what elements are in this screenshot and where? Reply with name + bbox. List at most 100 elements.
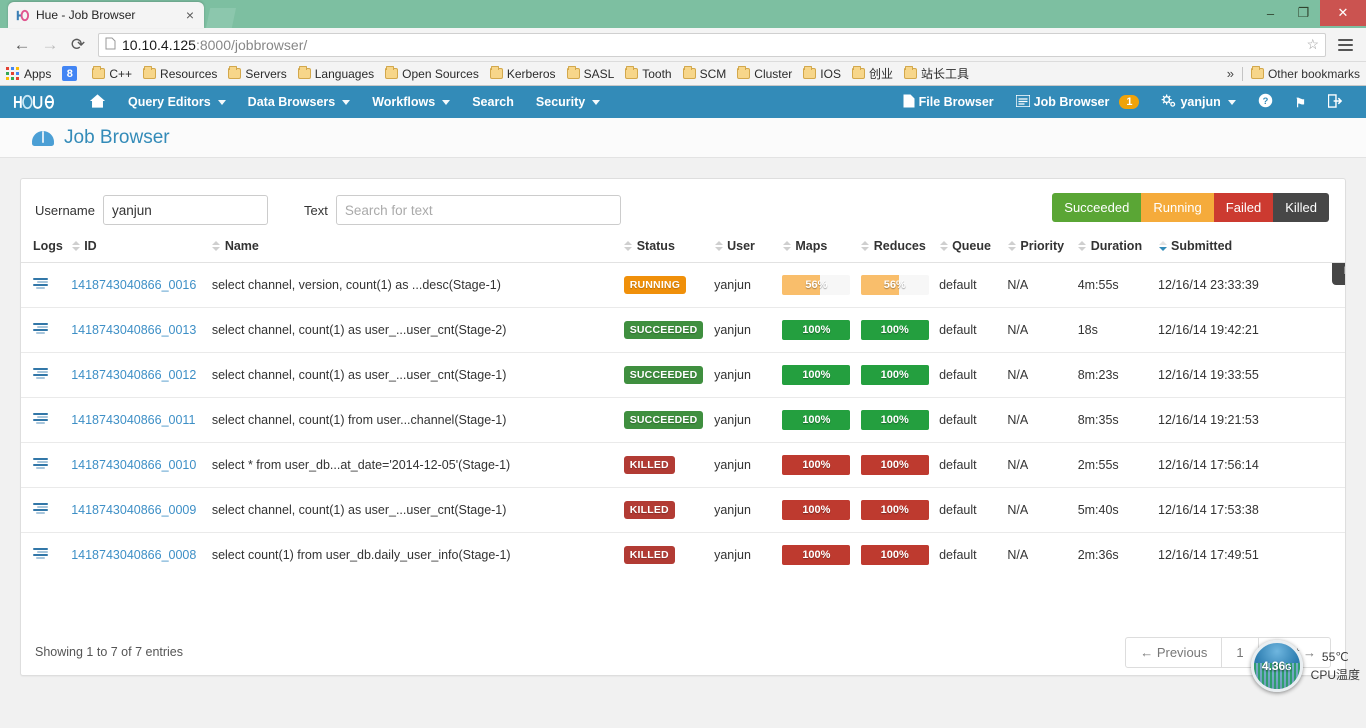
logs-icon[interactable]	[33, 457, 48, 470]
bookmark-chuangye[interactable]: 创业	[851, 65, 893, 82]
col-name[interactable]: Name	[207, 231, 620, 263]
col-duration[interactable]: Duration	[1073, 231, 1155, 263]
bookmark-servers[interactable]: Servers	[228, 66, 287, 81]
logs-icon[interactable]	[33, 277, 48, 290]
bookmark-kerberos[interactable]: Kerberos	[489, 66, 556, 81]
job-id-link[interactable]: 1418743040866_0011	[71, 413, 195, 427]
cell-id[interactable]: 1418743040866_0011	[67, 397, 208, 443]
bookmark-apps[interactable]: Apps	[6, 67, 51, 81]
bookmark-google[interactable]: 8	[62, 66, 81, 81]
table-row[interactable]: 1418743040866_0013 select channel, count(…	[21, 307, 1345, 353]
cell-logs[interactable]	[21, 442, 68, 488]
table-row[interactable]: 1418743040866_0010 select * from user_db.…	[21, 442, 1345, 488]
cell-id[interactable]: 1418743040866_0010	[67, 442, 208, 488]
nav-logout[interactable]	[1317, 86, 1354, 118]
minimize-icon[interactable]: –	[1254, 0, 1287, 26]
bookmark-star-icon[interactable]: ☆	[1306, 36, 1319, 53]
nav-workflows[interactable]: Workflows	[361, 86, 461, 118]
job-id-link[interactable]: 1418743040866_0010	[71, 458, 196, 472]
cell-id[interactable]: 1418743040866_0012	[67, 352, 208, 398]
cell-id[interactable]: 1418743040866_0009	[67, 487, 208, 533]
filter-failed-button[interactable]: Failed	[1213, 193, 1274, 222]
job-id-link[interactable]: 1418743040866_0013	[71, 323, 196, 337]
sort-icon[interactable]	[71, 240, 80, 251]
sort-icon[interactable]	[714, 240, 723, 251]
table-row[interactable]: 1418743040866_0009 select channel, count(…	[21, 487, 1345, 533]
bookmark-scm[interactable]: SCM	[682, 66, 726, 81]
logs-icon[interactable]	[33, 502, 48, 515]
forward-icon[interactable]: →	[36, 31, 64, 59]
nav-query-editors[interactable]: Query Editors	[117, 86, 237, 118]
col-user[interactable]: User	[710, 231, 779, 263]
bookmark-ios[interactable]: IOS	[803, 66, 841, 81]
job-id-link[interactable]: 1418743040866_0012	[71, 368, 196, 382]
filter-killed-button[interactable]: Killed	[1273, 193, 1329, 222]
nav-data-browsers[interactable]: Data Browsers	[237, 86, 362, 118]
cell-logs[interactable]	[21, 487, 68, 533]
browser-menu-button[interactable]	[1332, 36, 1358, 54]
kill-button[interactable]: Kill	[1331, 262, 1345, 285]
col-id[interactable]: ID	[67, 231, 208, 263]
nav-job-browser[interactable]: Job Browser 1	[1005, 86, 1151, 118]
sort-icon[interactable]	[1007, 240, 1016, 251]
nav-security[interactable]: Security	[525, 86, 611, 118]
cell-logs[interactable]	[21, 307, 68, 353]
nav-help[interactable]: ?	[1247, 86, 1284, 118]
bookmark-cluster[interactable]: Cluster	[737, 66, 792, 81]
job-id-link[interactable]: 1418743040866_0008	[71, 548, 196, 562]
sort-icon[interactable]	[212, 240, 221, 251]
reload-icon[interactable]: ⟳	[64, 31, 92, 59]
browser-tab[interactable]: Hue - Job Browser ×	[8, 2, 204, 28]
overflow-chevron-icon[interactable]: »	[1219, 66, 1242, 81]
cell-logs[interactable]	[21, 352, 68, 398]
sort-icon[interactable]	[861, 240, 870, 251]
bookmark-resources[interactable]: Resources	[143, 66, 217, 81]
search-text-input[interactable]	[335, 195, 621, 225]
username-input[interactable]	[102, 195, 268, 225]
other-bookmarks-label[interactable]: Other bookmarks	[1268, 67, 1360, 81]
sort-icon[interactable]	[1078, 240, 1087, 251]
previous-page-button[interactable]: ← Previous	[1125, 636, 1223, 668]
logs-icon[interactable]	[33, 412, 48, 425]
job-id-link[interactable]: 1418743040866_0016	[71, 278, 196, 292]
cell-id[interactable]: 1418743040866_0016	[67, 262, 208, 308]
logs-icon[interactable]	[33, 367, 48, 380]
job-id-link[interactable]: 1418743040866_0009	[71, 503, 196, 517]
bookmark-tooth[interactable]: Tooth	[625, 66, 672, 81]
cell-logs[interactable]	[21, 262, 68, 308]
bookmark-open-sources[interactable]: Open Sources	[385, 66, 479, 81]
sort-icon[interactable]	[782, 240, 791, 251]
address-bar[interactable]: 10.10.4.125:8000/jobbrowser/ ☆	[98, 32, 1326, 57]
nav-user-menu[interactable]: yanjun	[1150, 86, 1246, 118]
nav-flag[interactable]: ⚑	[1284, 86, 1317, 118]
system-monitor-widget[interactable]: 4.36G 55℃ CPU温度	[1250, 640, 1360, 692]
tab-close-icon[interactable]: ×	[182, 8, 198, 22]
table-row[interactable]: 1418743040866_0011 select channel, count(…	[21, 397, 1345, 443]
maximize-icon[interactable]: ❐	[1287, 0, 1320, 26]
col-submitted[interactable]: Submitted	[1154, 231, 1345, 263]
new-tab-button[interactable]	[206, 8, 236, 28]
cell-id[interactable]: 1418743040866_0013	[67, 307, 208, 353]
table-row[interactable]: 1418743040866_0016 select channel, versio…	[21, 262, 1345, 308]
col-queue[interactable]: Queue	[935, 231, 1004, 263]
nav-file-browser[interactable]: File Browser	[892, 86, 1005, 118]
bookmark-languages[interactable]: Languages	[297, 66, 374, 81]
sort-icon-active[interactable]	[1158, 240, 1167, 251]
cell-logs[interactable]	[21, 397, 68, 443]
col-reduces[interactable]: Reduces	[856, 231, 936, 263]
close-window-icon[interactable]: ✕	[1320, 0, 1366, 26]
bookmark-cpp[interactable]: C++	[92, 66, 132, 81]
sort-icon[interactable]	[939, 240, 948, 251]
col-priority[interactable]: Priority	[1003, 231, 1074, 263]
back-icon[interactable]: ←	[8, 31, 36, 59]
filter-succeeded-button[interactable]: Succeeded	[1052, 193, 1142, 222]
bookmark-sasl[interactable]: SASL	[566, 66, 614, 81]
filter-running-button[interactable]: Running	[1141, 193, 1214, 222]
table-row[interactable]: 1418743040866_0012 select channel, count(…	[21, 352, 1345, 398]
table-row[interactable]: 1418743040866_0008 select count(1) from u…	[21, 533, 1345, 578]
logs-icon[interactable]	[33, 322, 48, 335]
nav-search[interactable]: Search	[461, 86, 525, 118]
sort-icon[interactable]	[624, 240, 633, 251]
cell-id[interactable]: 1418743040866_0008	[67, 533, 208, 578]
nav-home[interactable]	[78, 86, 117, 118]
